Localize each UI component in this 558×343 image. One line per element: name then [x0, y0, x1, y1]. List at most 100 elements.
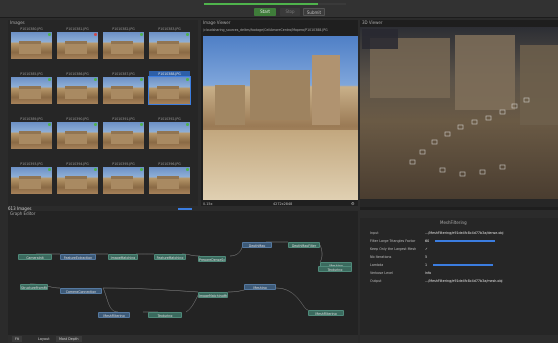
fit-button[interactable]: Fit [12, 336, 22, 342]
graph-node[interactable]: FeatureMatching [154, 254, 186, 260]
status-dot-icon [186, 123, 189, 126]
image-thumbnail[interactable]: P1010390.JPG [57, 116, 98, 150]
images-panel-title: Images [10, 20, 25, 25]
viewer-image-ground [203, 130, 358, 200]
graph-node[interactable]: StructureFromMotion [20, 284, 48, 290]
image-thumbnail[interactable]: P1010388.JPG [148, 71, 191, 105]
status-dot-icon [140, 78, 143, 81]
status-dot-icon [140, 123, 143, 126]
settings-icon[interactable]: ⚙ [351, 201, 355, 207]
attribute-slider[interactable] [433, 264, 494, 266]
thumbnail-image [57, 167, 98, 194]
graph-node[interactable]: MeshFiltering [308, 310, 344, 316]
attribute-row[interactable]: Filter Large Triangles Factor 60 [370, 238, 558, 244]
image-thumbnail[interactable]: P1010387.JPG [103, 71, 144, 105]
thumbnail-image [149, 167, 190, 194]
zoom-level: 0.15x [203, 202, 213, 206]
image-viewer-footer: 0.15x 4272x2848 ⚙ [203, 201, 358, 207]
attribute-value[interactable]: .../MeshFiltering/e91de4fc8c4d77b3a/dens… [425, 231, 503, 235]
graph-node[interactable]: MeshFiltering [98, 312, 130, 318]
thumbnail-image [103, 167, 144, 194]
image-thumbnail[interactable]: P1010391.JPG [103, 116, 144, 150]
status-dot-icon [94, 78, 97, 81]
image-thumbnail[interactable]: P1010396.JPG [149, 161, 190, 195]
image-thumbnail[interactable]: P1010383.JPG [149, 26, 190, 60]
graph-node[interactable]: DepthMapFilter [288, 242, 320, 248]
stop-button[interactable]: Stop [280, 8, 300, 16]
status-dot-icon [186, 33, 189, 36]
attribute-editor-footer [360, 335, 558, 343]
graph-node[interactable]: PrepareDenseScene [198, 256, 226, 262]
thumbnail-image [57, 122, 98, 149]
image-thumbnail[interactable]: P1010386.JPG [57, 71, 98, 105]
attribute-value[interactable]: ✓ [425, 247, 428, 251]
attribute-value[interactable]: 60 [425, 239, 429, 243]
attribute-row[interactable]: Verbose Level info [370, 270, 558, 276]
status-dot-icon [140, 168, 143, 171]
3d-view-options[interactable] [362, 29, 398, 49]
attribute-row[interactable]: Keep Only the Largest Mesh ✓ [370, 246, 558, 252]
image-thumbnail[interactable]: P1010392.JPG [149, 116, 190, 150]
thumbnail-size-slider[interactable] [178, 208, 192, 210]
attribute-value[interactable]: 1 [425, 263, 427, 267]
layout-select[interactable]: Most Depth [56, 336, 82, 342]
graph-editor-footer: Fit Layout Most Depth [8, 335, 358, 343]
graph-node[interactable]: Meshing [244, 284, 276, 290]
graph-node[interactable]: Texturing [318, 266, 352, 272]
status-dot-icon [48, 123, 51, 126]
camera-trajectory [409, 97, 530, 177]
ruin-wall [312, 55, 340, 125]
thumbnail-image [149, 32, 190, 59]
status-dot-icon [48, 78, 51, 81]
attribute-row[interactable]: Output .../MeshFiltering/e91de4fc8c4d77b3… [370, 278, 558, 284]
thumbnail-image [103, 77, 144, 104]
attribute-value[interactable]: 5 [425, 255, 427, 259]
attribute-row[interactable]: Lambda 1 [370, 262, 558, 268]
image-thumbnail[interactable]: P1010395.JPG [103, 161, 144, 195]
image-thumbnail[interactable]: P1010380.JPG [11, 26, 52, 60]
submit-button[interactable]: Submit [303, 8, 325, 16]
status-dot-icon [94, 123, 97, 126]
status-dot-icon [186, 168, 189, 171]
image-thumbnail[interactable]: P1010385.JPG [11, 71, 52, 105]
attribute-row[interactable]: Input .../MeshFiltering/e91de4fc8c4d77b3a… [370, 230, 558, 236]
image-thumbnail[interactable]: P1010389.JPG [11, 116, 52, 150]
graph-node[interactable]: DepthMap [242, 242, 272, 248]
thumbnail-image [149, 122, 190, 149]
attribute-value[interactable]: info [425, 271, 431, 275]
graph-node[interactable]: CameraConnection [60, 288, 102, 294]
thumbnail-image [11, 32, 52, 59]
attribute-row[interactable]: Nb Iterations 5 [370, 254, 558, 260]
graph-node[interactable]: ImageMatchingMultiSfM [198, 292, 228, 298]
graph-node[interactable]: Texturing [148, 312, 182, 318]
image-dimensions: 4272x2848 [273, 202, 293, 206]
status-dot-icon [48, 33, 51, 36]
3d-viewer-title: 3D Viewer [362, 20, 383, 25]
attribute-editor-title: MeshFiltering [440, 220, 467, 225]
graph-node[interactable]: ImageMatching [108, 254, 138, 260]
attribute-label: Output [370, 279, 382, 283]
thumbnail-image [103, 122, 144, 149]
graph-node[interactable]: FeatureExtraction [60, 254, 96, 260]
image-thumbnail[interactable]: P1010394.JPG [57, 161, 98, 195]
ruin-wall [215, 85, 245, 125]
start-button[interactable]: Start [254, 8, 276, 16]
ruin-wall [250, 70, 310, 120]
graph-editor-title: Graph Editor [10, 211, 36, 216]
status-dot-icon [94, 168, 97, 171]
graph-node[interactable]: CameraInit [18, 254, 52, 260]
image-thumbnail[interactable]: P1010381.JPG [57, 26, 98, 60]
thumbnail-image [57, 77, 98, 104]
thumbnail-image [148, 76, 191, 105]
status-dot-icon [48, 168, 51, 171]
attribute-slider[interactable] [435, 240, 496, 242]
attribute-label: Keep Only the Largest Mesh [370, 247, 417, 251]
thumbnail-image [11, 167, 52, 194]
3d-viewer-footer [360, 199, 558, 207]
image-thumbnail[interactable]: P1010382.JPG [103, 26, 144, 60]
thumbnail-image [57, 32, 98, 59]
attribute-value[interactable]: .../MeshFiltering/e91de4fc8c4d77b3a/mesh… [425, 279, 502, 283]
image-viewer-title: Image Viewer [203, 20, 231, 25]
attribute-label: Nb Iterations [370, 255, 392, 259]
image-thumbnail[interactable]: P1010393.JPG [11, 161, 52, 195]
